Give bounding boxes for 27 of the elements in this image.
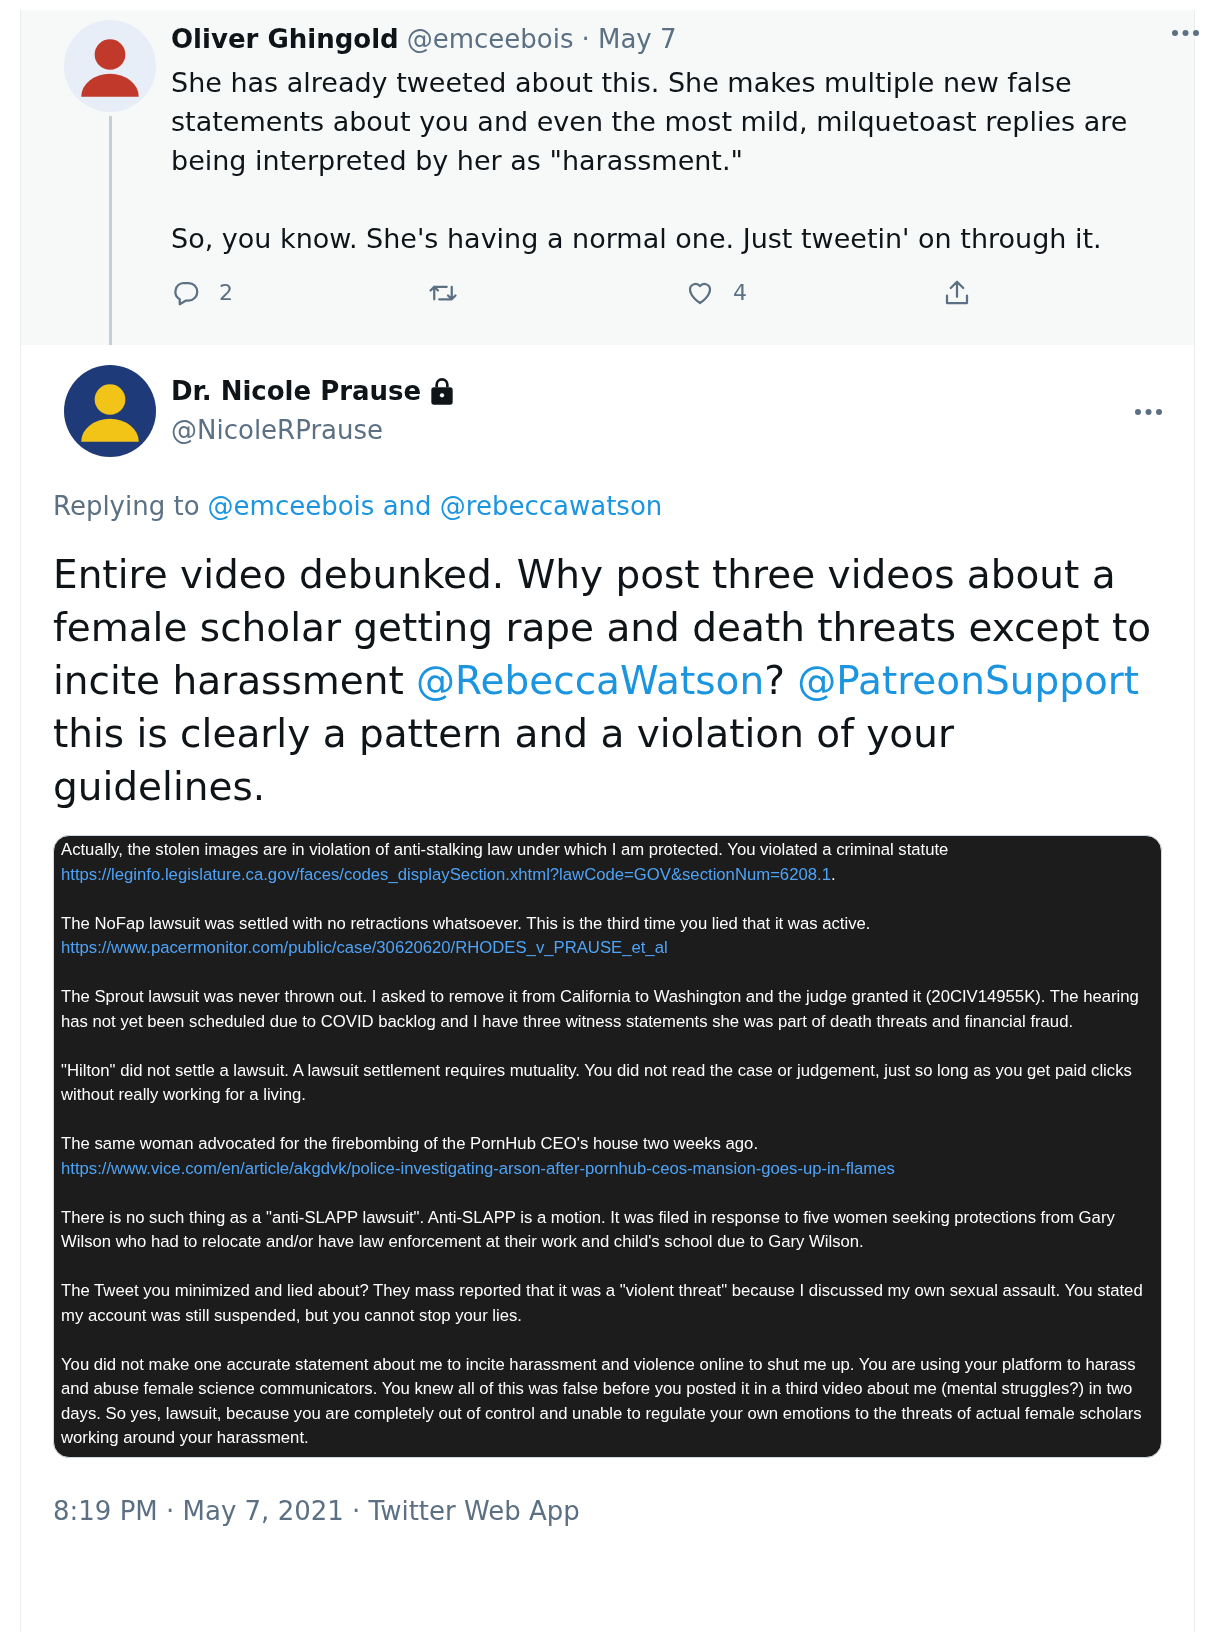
- screenshot-paragraph: The NoFap lawsuit was settled with no retractions whatsoever. This is the third time you lied that it was active. https://www.pacermonitor.com/public/case/30620620/RHODES_v_PRAUSE_et_al: [61, 912, 872, 959]
- more-icon: [1172, 29, 1199, 36]
- author-name: Oliver Ghingold: [171, 23, 399, 56]
- tweet-date[interactable]: · May 7: [581, 20, 677, 59]
- screenshot-paragraph: Actually, the stolen images are in violation of anti-stalking law under which I am protected. You violated a criminal statute https://leginfo.legislature.ca.gov/faces/codes_displaySection.xhtml?lawCode=GOV&sectionNum=6208.1.: [61, 839, 950, 886]
- tweet-text: Entire video debunked. Why post three videos about a female scholar getting rape and death threats except to incite harassment @RebeccaWatson? @PatreonSupport this is clearly a pattern and a violation of your guidelines.: [53, 551, 1153, 811]
- author-handle[interactable]: @NicoleRPrause: [171, 411, 456, 450]
- reply-button[interactable]: 2: [171, 276, 428, 309]
- mention-link[interactable]: @PatreonSupport: [797, 658, 1140, 703]
- tweet-text: She has already tweeted about this. She makes multiple new false statements about you and even the most mild, milquetoast replies are being interpreted by her as "harassment." So, you know. She's having a normal one. Just tweetin' on through it.: [171, 66, 1129, 256]
- url-link[interactable]: https://www.pacermonitor.com/public/case/30620620/RHODES_v_PRAUSE_et_al: [61, 938, 668, 957]
- mention-link[interactable]: @RebeccaWatson: [416, 658, 765, 703]
- screenshot-paragraph: "Hilton" did not settle a lawsuit. A lawsuit settlement requires mutuality. You did not read the case or judgement, just so long as you get paid clicks without really working for a living.: [61, 1059, 1133, 1106]
- mention-link[interactable]: @emceebois and @rebeccawatson: [207, 487, 663, 526]
- tweet-timestamp: 8:19 PM · May 7, 2021 · Twitter Web App: [53, 1494, 581, 1528]
- url-link[interactable]: https://leginfo.legislature.ca.gov/faces/codes_displaySection.xhtml?lawCode=GOV&sectionNum=6208.1: [61, 864, 831, 884]
- screenshot-paragraph: The Sprout lawsuit was never thrown out. I asked to remove it from California to Washington and the judge granted it (20CIV14955K). The hearing has not yet been scheduled due to COVID backlog and I have three witness statements she was part of death threats and financial fraud.: [61, 986, 1140, 1033]
- more-icon: [1135, 408, 1162, 415]
- author-name: Dr. Nicole Prause: [171, 375, 422, 408]
- screenshot-paragraph: There is no such thing as a "anti-SLAPP lawsuit". Anti-SLAPP is a motion. It was filed in response to five women seeking protections from Gary Wilson who had to relocate and/or have law enforcement at their work and child's school due to Gary Wilson.: [61, 1206, 1116, 1253]
- url-link[interactable]: https://www.vice.com/en/article/akgdvk/police-investigating-arson-after-pornhub-ceos-mansion-goes-up-in-flames: [61, 1158, 895, 1178]
- screenshot-paragraph: The same woman advocated for the firebombing of the PornHub CEO's house two weeks ago. https://www.vice.com/en/article/akgdvk/police-investigating-arson-after-pornhub-ceos-mansion-goes-up-in-flames: [61, 1133, 896, 1180]
- screenshot-paragraph: You did not make one accurate statement about me to incite harassment and violence online to shut me up. You are using your platform to harass and abuse female science communicators. You knew all of this was false before you posted it in a third video about me (mental struggles?) in two days. So yes, lawsuit, because you are completely out of control and unable to regulate your own emotions to the threats of actual female scholars working around your harassment.: [61, 1353, 1143, 1449]
- replying-label: Replying to: [53, 490, 200, 523]
- author-handle[interactable]: @emceebois: [406, 20, 574, 59]
- screenshot-paragraph: The Tweet you minimized and lied about? They mass reported that it was a "violent threat" because I discussed my own sexual assault. You stated my account was still suspended, but you cannot stop your lies.: [61, 1280, 1144, 1327]
- like-button[interactable]: 4: [685, 276, 942, 309]
